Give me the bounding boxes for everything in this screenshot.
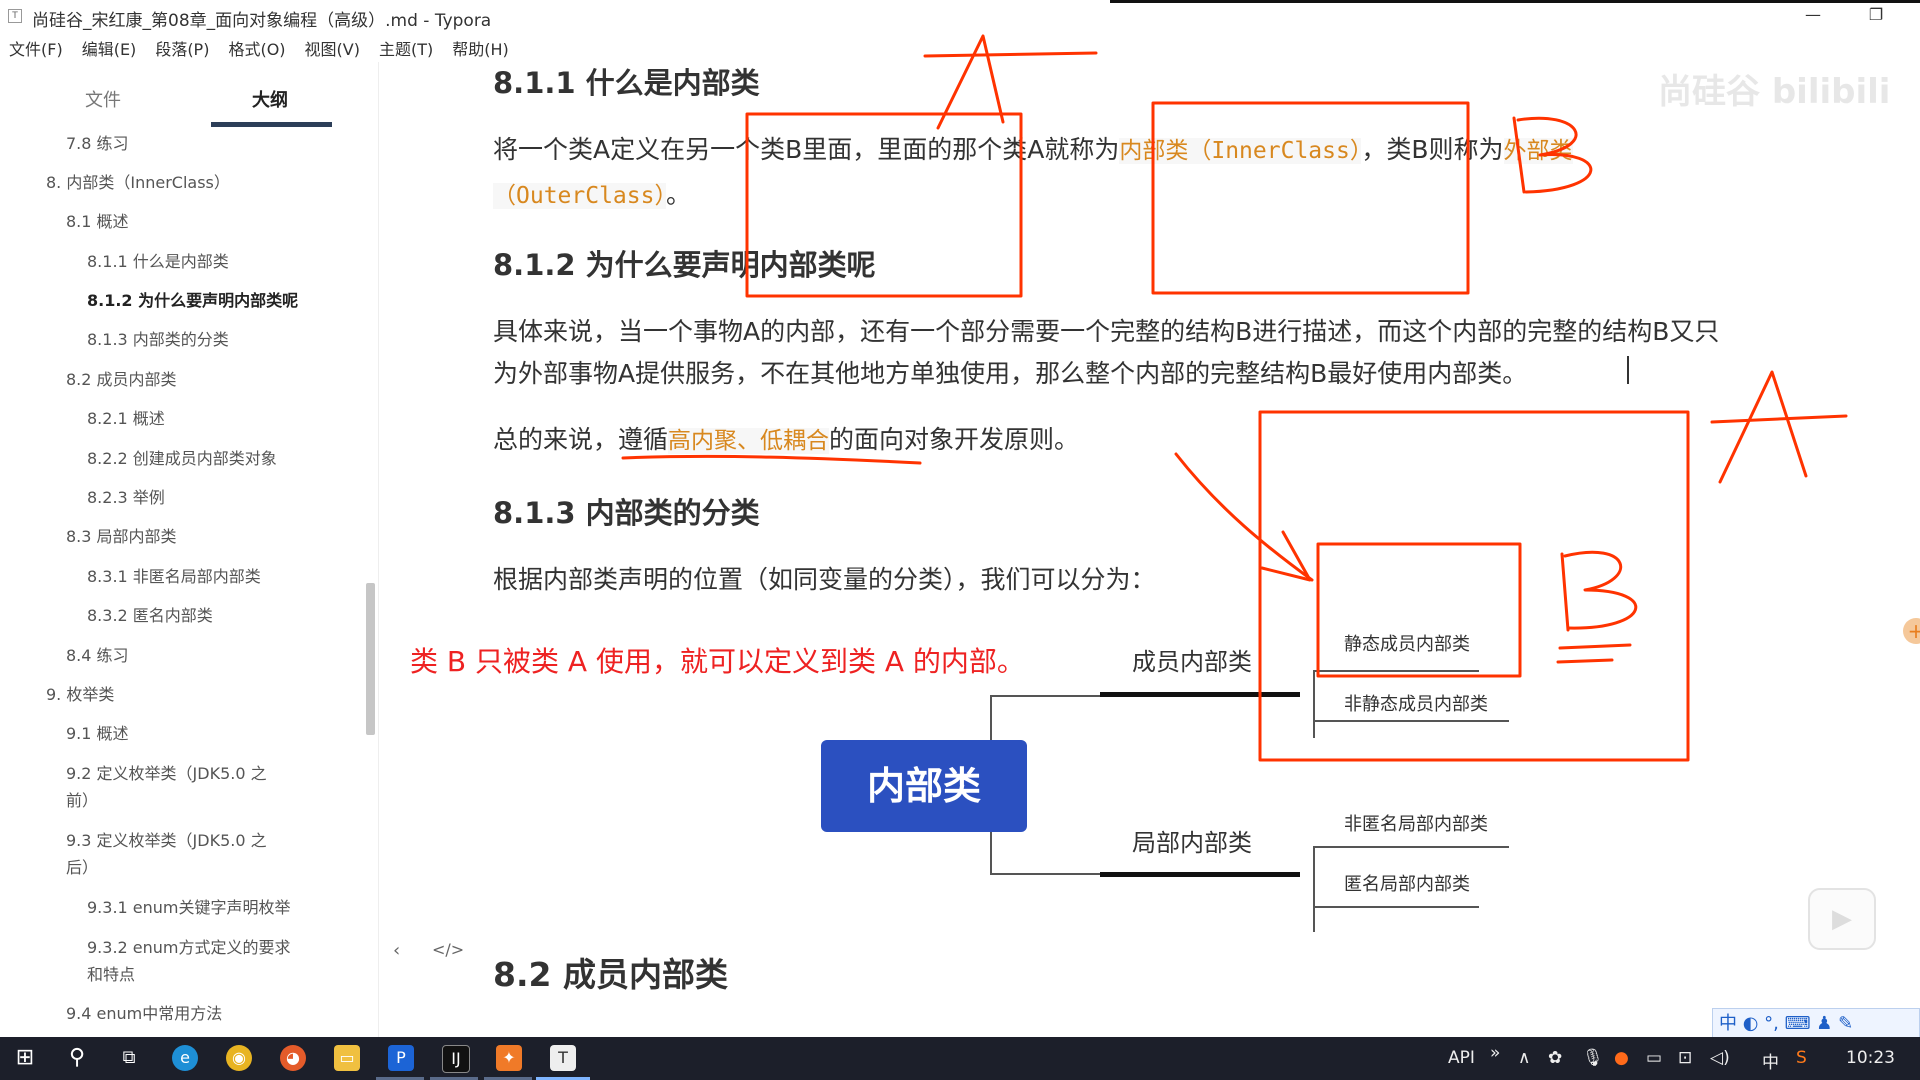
annotation-box-a <box>745 112 1023 298</box>
windows-icon[interactable]: ⊞ <box>12 1045 38 1071</box>
annotation-letter-b2-icon <box>1560 552 1570 632</box>
annotation-box-outer-a <box>1258 410 1690 762</box>
taskbar: ⊞ ⚲ ⧉ e ◉ ◕ ▭ P IJ ✦ T API » ∧ ✿ 🎙 ● ▭ ⊡… <box>0 1037 1920 1080</box>
tray-orange-icon[interactable]: ● <box>1614 1048 1629 1068</box>
annotation-letter-a2-icon <box>1718 370 1808 484</box>
sogou-ime-icon[interactable]: S <box>1796 1048 1807 1068</box>
tray-api-label[interactable]: API <box>1448 1048 1475 1068</box>
tray-expand-icon[interactable]: ∧ <box>1518 1048 1530 1068</box>
tray-app-icon[interactable]: ✿ <box>1548 1048 1562 1068</box>
search-icon[interactable]: ⚲ <box>64 1045 90 1071</box>
microphone-icon[interactable]: 🎙 <box>1582 1048 1604 1068</box>
annotation-letter-b-icon <box>1512 116 1526 194</box>
task-view-icon[interactable]: ⧉ <box>116 1045 142 1071</box>
edge-icon[interactable]: e <box>172 1045 198 1071</box>
p-app-icon[interactable]: P <box>388 1045 414 1071</box>
annotation-box-inner-b <box>1316 542 1522 678</box>
chrome-icon[interactable]: ◉ <box>226 1045 252 1071</box>
volume-icon[interactable]: ◁) <box>1710 1048 1730 1068</box>
tray-chevron[interactable]: » <box>1490 1043 1500 1063</box>
explorer-icon[interactable]: ▭ <box>334 1045 360 1071</box>
app-icon[interactable]: ✦ <box>496 1045 522 1071</box>
typora-icon[interactable]: T <box>550 1045 576 1071</box>
annotation-layer <box>621 34 1848 762</box>
battery-icon[interactable]: ▭ <box>1646 1048 1662 1068</box>
annotation-arrow-icon <box>1174 452 1314 582</box>
annotation-box-b <box>1151 101 1470 295</box>
intellij-icon[interactable]: IJ <box>442 1045 470 1073</box>
network-icon[interactable]: ⊡ <box>1678 1048 1692 1068</box>
ime-status: 中 ◐ °, ⌨ ♟ ✎ <box>1719 1013 1854 1034</box>
input-language[interactable]: 中 <box>1762 1048 1779 1073</box>
clock[interactable]: 10:23 <box>1846 1048 1895 1068</box>
firefox-icon[interactable]: ◕ <box>280 1045 306 1071</box>
ime-toolbar[interactable]: 中 ◐ °, ⌨ ♟ ✎ <box>1712 1008 1920 1038</box>
